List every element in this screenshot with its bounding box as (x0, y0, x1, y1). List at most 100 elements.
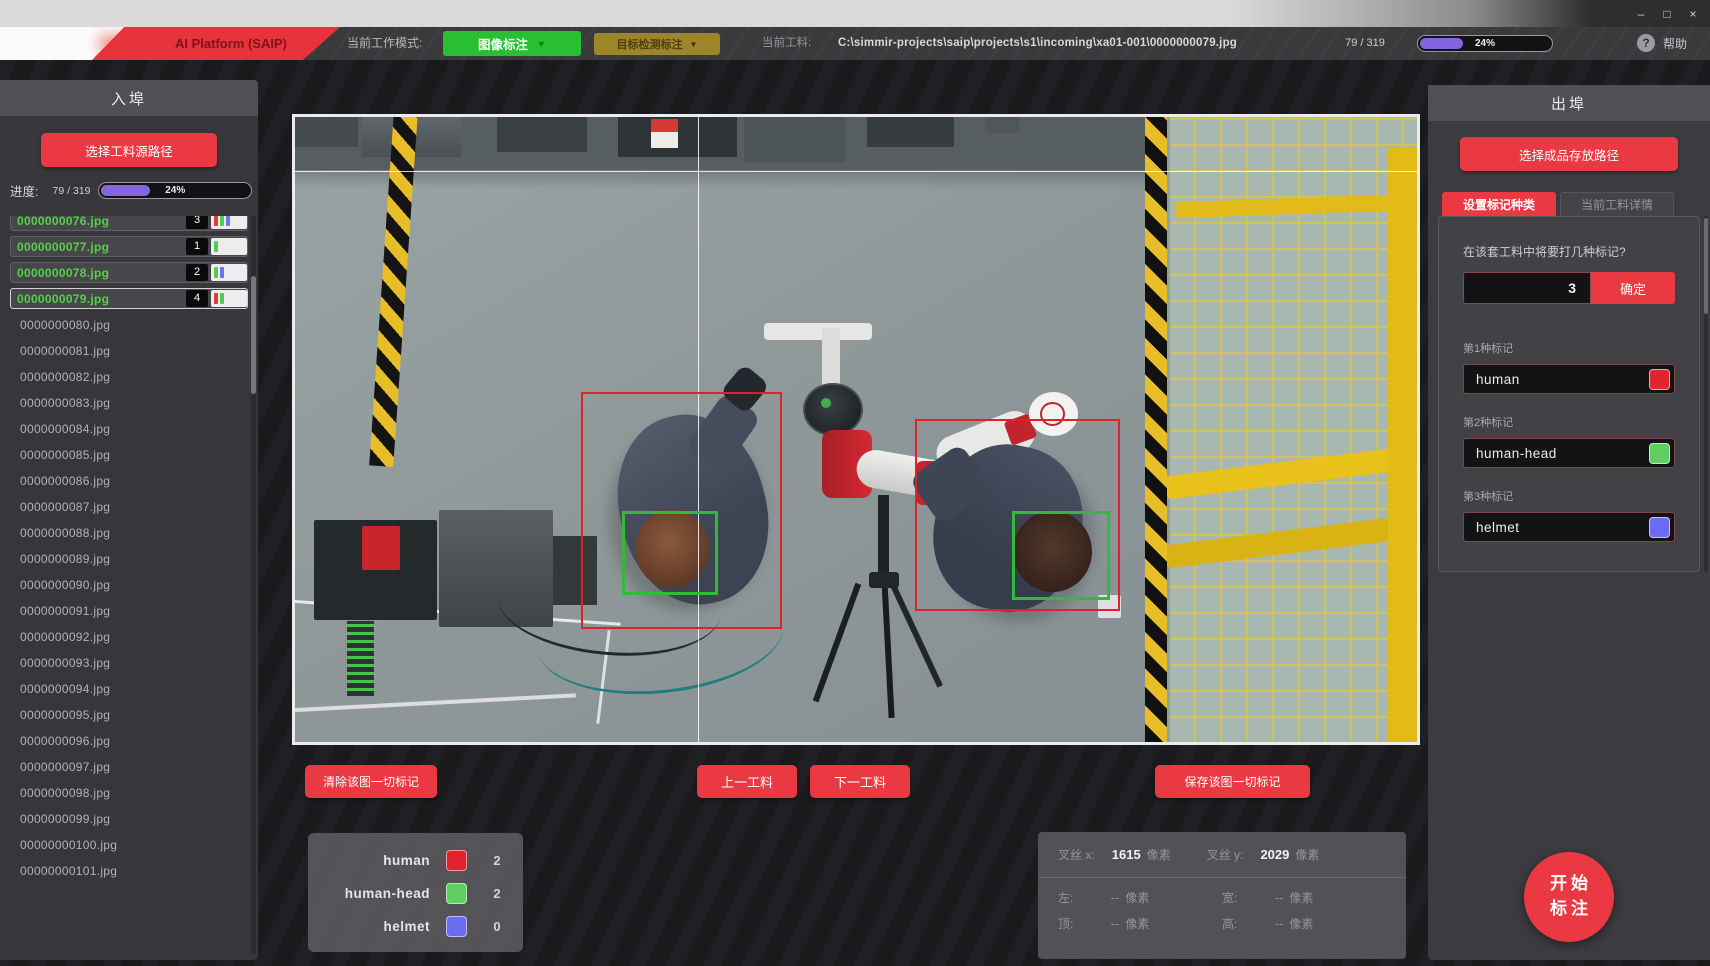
file-row[interactable]: 0000000089.jpg (10, 548, 248, 569)
blue-label-bar (220, 267, 224, 278)
appbar-progress-percent: 24% (1418, 36, 1552, 51)
label-count-input[interactable] (1463, 272, 1591, 304)
file-row[interactable]: 0000000085.jpg (10, 444, 248, 465)
legend-label: human (308, 853, 430, 868)
green-label-bar (220, 216, 224, 226)
settings-scrollbar-thumb[interactable] (1704, 218, 1708, 314)
start-annotation-button[interactable]: 开始 标注 (1524, 852, 1614, 942)
titlebar: – □ × (0, 0, 1710, 27)
label-name-field[interactable] (1463, 364, 1675, 394)
save-annotations-button[interactable]: 保存该图一切标记 (1155, 765, 1310, 798)
tab-set-label-types[interactable]: 设置标记种类 (1442, 192, 1556, 216)
file-name: 0000000077.jpg (11, 240, 186, 254)
label-name-input[interactable] (1476, 372, 1649, 387)
file-row[interactable]: 0000000094.jpg (10, 678, 248, 699)
mode-primary-label: 图像标注 (478, 34, 528, 53)
file-row[interactable]: 0000000083.jpg (10, 392, 248, 413)
file-row[interactable]: 00000000101.jpg (10, 860, 248, 881)
file-name: 0000000078.jpg (11, 266, 186, 280)
file-row[interactable]: 00000000100.jpg (10, 834, 248, 855)
mode-dropdown-image-annotation[interactable]: 图像标注 ▼ (443, 31, 581, 56)
help-icon: ? (1637, 34, 1655, 52)
input-panel-title: 入埠 (0, 80, 258, 116)
label-fields: 第1种标记第2种标记第3种标记 (1439, 340, 1699, 542)
file-row[interactable]: 0000000098.jpg (10, 782, 248, 803)
annotation-count-badge: 4 (186, 290, 208, 307)
label-settings-box: 在该套工料中将要打几种标记? 确定 第1种标记第2种标记第3种标记 (1438, 216, 1700, 572)
mode-secondary-label: 目标检测标注 (617, 36, 683, 52)
file-row[interactable]: 0000000097.jpg (10, 756, 248, 777)
crosshair-y-label: 叉丝 y: (1207, 846, 1244, 863)
settings-scrollbar (1704, 216, 1708, 572)
file-name: 0000000091.jpg (10, 604, 248, 618)
file-row[interactable]: 0000000079.jpg4 (10, 288, 248, 309)
file-row[interactable]: 0000000093.jpg (10, 652, 248, 673)
file-name: 0000000087.jpg (10, 500, 248, 514)
file-row[interactable]: 0000000091.jpg (10, 600, 248, 621)
file-name: 0000000088.jpg (10, 526, 248, 540)
human-color-picker[interactable] (1649, 369, 1670, 390)
file-row[interactable]: 0000000095.jpg (10, 704, 248, 725)
select-output-path-button[interactable]: 选择成品存放路径 (1460, 137, 1678, 171)
file-row[interactable]: 0000000099.jpg (10, 808, 248, 829)
red-label-bar (214, 216, 218, 226)
helmet-color-swatch (446, 916, 467, 937)
file-row[interactable]: 0000000081.jpg (10, 340, 248, 361)
tab-current-item-details[interactable]: 当前工料详情 (1560, 192, 1674, 216)
label-colors-chip (211, 238, 247, 255)
next-item-button[interactable]: 下一工料 (810, 765, 910, 798)
label-type-caption: 第1种标记 (1463, 340, 1675, 356)
maximize-icon[interactable]: □ (1654, 4, 1680, 24)
file-row[interactable]: 0000000092.jpg (10, 626, 248, 647)
label-type-group: 第3种标记 (1439, 488, 1699, 542)
label-name-field[interactable] (1463, 512, 1675, 542)
app-title: AI Platform (SAIP) (145, 36, 287, 51)
file-row[interactable]: 0000000090.jpg (10, 574, 248, 595)
file-name: 0000000081.jpg (10, 344, 248, 358)
close-icon[interactable]: × (1680, 4, 1706, 24)
file-row[interactable]: 0000000076.jpg3 (10, 216, 248, 231)
help-button[interactable]: ? 帮助 (1637, 34, 1687, 52)
file-row[interactable]: 0000000086.jpg (10, 470, 248, 491)
label-name-input[interactable] (1476, 520, 1649, 535)
helmet-color-picker[interactable] (1649, 517, 1670, 538)
file-row[interactable]: 0000000084.jpg (10, 418, 248, 439)
file-list-scrollbar-thumb[interactable] (251, 276, 256, 394)
file-name: 0000000089.jpg (10, 552, 248, 566)
legend-count: 2 (483, 853, 511, 868)
label-colors-chip (211, 290, 247, 307)
file-row[interactable]: 0000000080.jpg (10, 314, 248, 335)
progress-label: 进度: (10, 181, 38, 200)
clear-annotations-button[interactable]: 清除该图一切标记 (305, 765, 437, 798)
output-panel-title: 出埠 (1428, 85, 1710, 121)
window-controls: – □ × (1628, 0, 1706, 27)
file-row[interactable]: 0000000082.jpg (10, 366, 248, 387)
workshop-photo[interactable] (295, 117, 1417, 742)
human-head-color-swatch (446, 883, 467, 904)
annotation-canvas (292, 114, 1420, 745)
file-row[interactable]: 0000000078.jpg2 (10, 262, 248, 283)
file-row[interactable]: 0000000087.jpg (10, 496, 248, 517)
sidebar-progress-percent: 24% (99, 183, 251, 198)
minimize-icon[interactable]: – (1628, 4, 1654, 24)
file-row[interactable]: 0000000088.jpg (10, 522, 248, 543)
previous-item-button[interactable]: 上一工料 (697, 765, 797, 798)
annotation-box-human-head-2[interactable] (622, 511, 718, 595)
confirm-button[interactable]: 确定 (1591, 272, 1675, 304)
legend-label: helmet (308, 919, 430, 934)
file-name: 0000000094.jpg (10, 682, 248, 696)
box-left-label: 左: (1058, 889, 1073, 906)
mode-dropdown-detection-type[interactable]: 目标检测标注 ▼ (594, 33, 720, 55)
file-row[interactable]: 0000000096.jpg (10, 730, 248, 751)
label-name-input[interactable] (1476, 446, 1649, 461)
human-head-color-picker[interactable] (1649, 443, 1670, 464)
file-name: 0000000097.jpg (10, 760, 248, 774)
file-name: 0000000098.jpg (10, 786, 248, 800)
file-name: 0000000093.jpg (10, 656, 248, 670)
file-row[interactable]: 0000000077.jpg1 (10, 236, 248, 257)
help-label: 帮助 (1663, 35, 1687, 52)
annotation-count-badge: 1 (186, 238, 208, 255)
annotation-box-human-head-4[interactable] (1012, 511, 1110, 600)
select-source-path-button[interactable]: 选择工料源路径 (41, 133, 217, 167)
label-name-field[interactable] (1463, 438, 1675, 468)
